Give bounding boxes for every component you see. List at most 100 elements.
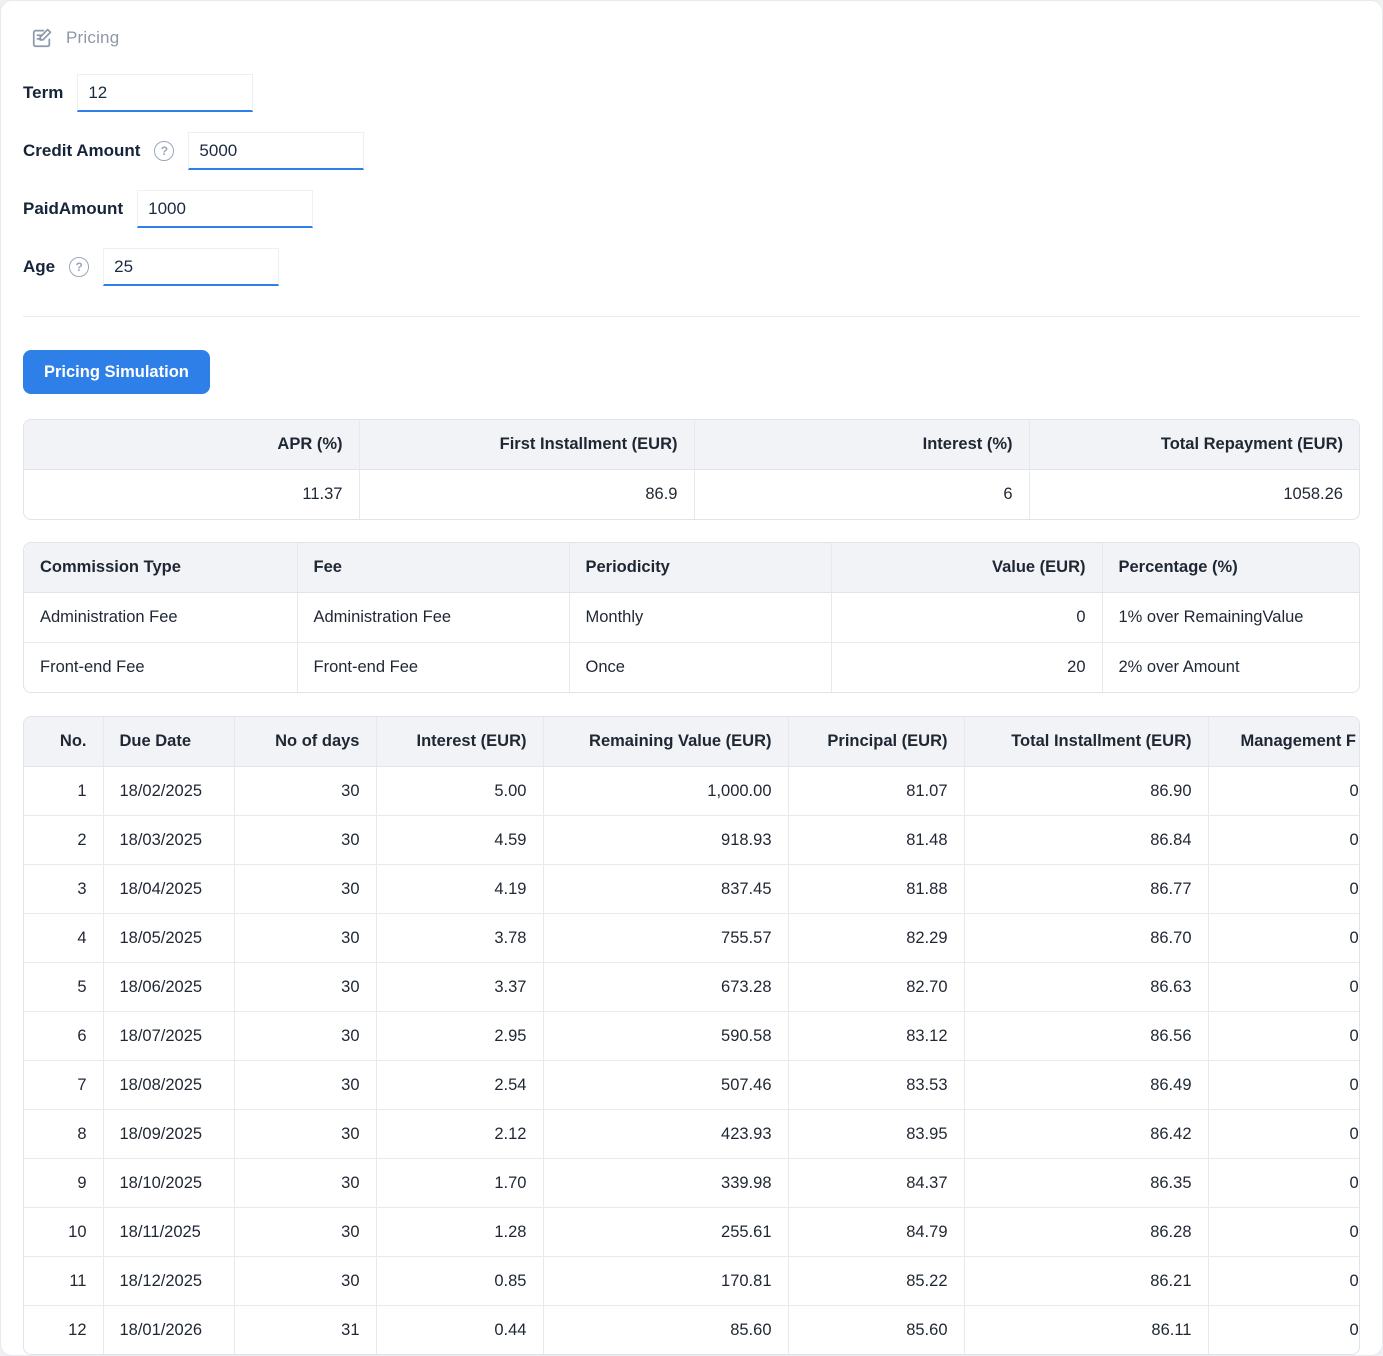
paid-amount-input[interactable] [137, 190, 313, 228]
table-cell: 0. [1208, 1257, 1360, 1306]
column-header: Interest (%) [694, 420, 1029, 470]
table-cell: 30 [234, 1061, 376, 1110]
table-cell: 507.46 [543, 1061, 788, 1110]
credit-amount-input[interactable] [188, 132, 364, 170]
table-cell: 18/07/2025 [103, 1012, 234, 1061]
table-cell: 1.70 [376, 1159, 543, 1208]
table-row: 518/06/2025303.37673.2882.7086.630. [24, 963, 1360, 1012]
table-cell: Front-end Fee [297, 643, 569, 693]
table-cell: 10 [24, 1208, 103, 1257]
page-header: Pricing [31, 27, 1360, 49]
table-cell: 18/09/2025 [103, 1110, 234, 1159]
table-cell: 2% over Amount [1102, 643, 1359, 693]
table-cell: 0. [1208, 963, 1360, 1012]
column-header: Periodicity [569, 543, 831, 593]
commission-header-row: Commission TypeFeePeriodicityValue (EUR)… [24, 543, 1359, 593]
table-cell: 86.63 [964, 963, 1208, 1012]
column-header: Principal (EUR) [788, 717, 964, 767]
table-cell: 2.54 [376, 1061, 543, 1110]
table-cell: 83.53 [788, 1061, 964, 1110]
table-cell: 0. [1208, 1208, 1360, 1257]
table-cell: 0.85 [376, 1257, 543, 1306]
table-cell: 81.88 [788, 865, 964, 914]
table-row: 11.3786.961058.26 [24, 470, 1359, 520]
table-cell: 18/05/2025 [103, 914, 234, 963]
table-cell: 0. [1208, 1012, 1360, 1061]
table-row: 618/07/2025302.95590.5883.1286.560. [24, 1012, 1360, 1061]
table-cell: 30 [234, 963, 376, 1012]
table-cell: 81.07 [788, 767, 964, 816]
question-circle-icon[interactable]: ? [69, 257, 89, 277]
table-cell: 2 [24, 816, 103, 865]
table-cell: 9 [24, 1159, 103, 1208]
table-cell: Administration Fee [24, 593, 297, 643]
term-input[interactable] [77, 74, 253, 112]
table-cell: 1% over RemainingValue [1102, 593, 1359, 643]
table-cell: 6 [694, 470, 1029, 520]
table-cell: 81.48 [788, 816, 964, 865]
question-circle-icon[interactable]: ? [154, 141, 174, 161]
paid-amount-label: PaidAmount [23, 199, 123, 219]
table-cell: 18/08/2025 [103, 1061, 234, 1110]
table-cell: 255.61 [543, 1208, 788, 1257]
table-cell: 2.12 [376, 1110, 543, 1159]
column-header: Remaining Value (EUR) [543, 717, 788, 767]
table-cell: 18/10/2025 [103, 1159, 234, 1208]
table-cell: 86.49 [964, 1061, 1208, 1110]
table-cell: 83.95 [788, 1110, 964, 1159]
edit-document-icon [31, 27, 53, 49]
column-header: Fee [297, 543, 569, 593]
age-input[interactable] [103, 248, 279, 286]
table-cell: 18/06/2025 [103, 963, 234, 1012]
table-cell: Administration Fee [297, 593, 569, 643]
summary-table: APR (%)First Installment (EUR)Interest (… [23, 419, 1360, 520]
table-cell: 755.57 [543, 914, 788, 963]
paid-amount-field: PaidAmount [23, 189, 1360, 229]
table-cell: 2.95 [376, 1012, 543, 1061]
table-cell: 0. [1208, 914, 1360, 963]
table-cell: 11 [24, 1257, 103, 1306]
table-row: 318/04/2025304.19837.4581.8886.770. [24, 865, 1360, 914]
table-cell: 85.22 [788, 1257, 964, 1306]
table-cell: 5.00 [376, 767, 543, 816]
column-header: Commission Type [24, 543, 297, 593]
table-cell: 590.58 [543, 1012, 788, 1061]
table-cell: 30 [234, 1208, 376, 1257]
table-cell: 30 [234, 767, 376, 816]
table-row: 718/08/2025302.54507.4683.5386.490. [24, 1061, 1360, 1110]
table-cell: 3.78 [376, 914, 543, 963]
table-cell: 30 [234, 914, 376, 963]
column-header: No. [24, 717, 103, 767]
table-cell: 1,000.00 [543, 767, 788, 816]
table-cell: 30 [234, 1110, 376, 1159]
table-cell: 18/01/2026 [103, 1306, 234, 1355]
table-cell: 0. [1208, 767, 1360, 816]
table-cell: Monthly [569, 593, 831, 643]
table-cell: 86.56 [964, 1012, 1208, 1061]
table-cell: 673.28 [543, 963, 788, 1012]
table-cell: 86.77 [964, 865, 1208, 914]
table-cell: 84.79 [788, 1208, 964, 1257]
table-cell: Front-end Fee [24, 643, 297, 693]
table-row: 918/10/2025301.70339.9884.3786.350. [24, 1159, 1360, 1208]
age-label: Age [23, 257, 55, 277]
table-cell: 4 [24, 914, 103, 963]
column-header: Total Installment (EUR) [964, 717, 1208, 767]
table-cell: 0. [1208, 865, 1360, 914]
pricing-simulation-button[interactable]: Pricing Simulation [23, 350, 210, 394]
table-cell: 84.37 [788, 1159, 964, 1208]
table-cell: 11.37 [24, 470, 359, 520]
table-cell: 1058.26 [1029, 470, 1359, 520]
table-row: 1018/11/2025301.28255.6184.7986.280. [24, 1208, 1360, 1257]
table-row: 418/05/2025303.78755.5782.2986.700. [24, 914, 1360, 963]
table-cell: 3 [24, 865, 103, 914]
term-field: Term [23, 73, 1360, 113]
table-cell: 170.81 [543, 1257, 788, 1306]
summary-header-row: APR (%)First Installment (EUR)Interest (… [24, 420, 1359, 470]
table-cell: 86.9 [359, 470, 694, 520]
form-divider [23, 316, 1360, 317]
table-cell: 86.11 [964, 1306, 1208, 1355]
column-header: First Installment (EUR) [359, 420, 694, 470]
table-cell: 86.28 [964, 1208, 1208, 1257]
table-cell: 0. [1208, 1110, 1360, 1159]
